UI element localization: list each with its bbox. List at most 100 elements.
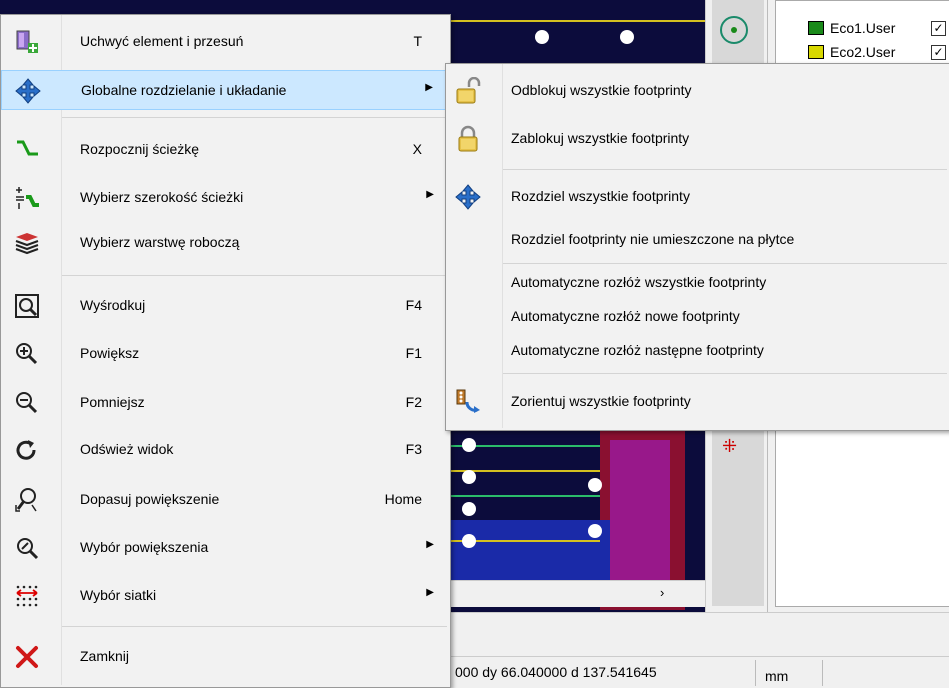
scroll-right-icon[interactable]: › [660, 585, 664, 600]
submenu-item-label: Rozdziel footprinty nie umieszczone na p… [511, 231, 795, 247]
menu-item-label: Dopasuj powiększenie [80, 491, 220, 507]
pcb-pad [620, 30, 634, 44]
menu-separator [503, 169, 947, 170]
submenu-item-label: Automatyczne rozłóż wszystkie footprinty [511, 274, 767, 290]
menu-item-label: Uchwyć element i przesuń [80, 33, 244, 49]
route-track-icon [13, 136, 41, 164]
move-arrows-icon [454, 183, 482, 211]
center-view-icon [13, 292, 41, 320]
menu-separator [62, 275, 447, 276]
submenu-item-autoplace-next[interactable]: Automatyczne rozłóż następne footprinty [446, 333, 948, 369]
menu-separator [503, 263, 947, 264]
close-icon [13, 643, 41, 671]
refresh-icon [13, 436, 41, 464]
submenu-item-spread-all[interactable]: Rozdziel wszystkie footprinty [446, 179, 948, 215]
layer-row[interactable]: Eco1.User [808, 18, 895, 38]
submenu-arrow-icon: ▶ [425, 82, 433, 93]
grab-move-icon [13, 28, 41, 56]
layer-color-swatch[interactable] [808, 21, 824, 35]
menu-item-shortcut: Home [384, 491, 422, 507]
menu-item-label: Wybierz warstwę roboczą [80, 234, 240, 250]
menu-item-center[interactable]: Wyśrodkuj F4 [1, 286, 448, 326]
zoom-in-icon [13, 340, 41, 368]
zoom-out-icon [13, 389, 41, 417]
submenu-arrow-icon: ▶ [426, 189, 434, 200]
menu-item-label: Pomniejsz [80, 394, 145, 410]
lock-icon [454, 125, 482, 153]
unlock-icon [454, 77, 482, 105]
menu-item-global-spread[interactable]: Globalne rozdzielanie i układanie ▶ [1, 70, 448, 110]
cursor-coordinates: 000 dy 66.040000 d 137.541645 [455, 664, 657, 680]
menu-item-label: Globalne rozdzielanie i układanie [81, 82, 287, 98]
track-width-icon [13, 184, 41, 212]
menu-item-zoom-out[interactable]: Pomniejsz F2 [1, 383, 448, 423]
layer-name: Eco2.User [830, 44, 896, 60]
submenu-item-autoplace-all[interactable]: Automatyczne rozłóż wszystkie footprinty [446, 265, 948, 301]
menu-separator [62, 626, 447, 627]
pcb-trace [450, 495, 600, 497]
zoom-fit-icon [13, 486, 41, 514]
layer-name: Eco1.User [830, 20, 896, 36]
pcb-copper-zone [610, 440, 670, 590]
menu-item-label: Wybierz szerokość ścieżki [80, 189, 244, 205]
menu-item-label: Powiększ [80, 345, 140, 361]
pcb-pad [588, 524, 602, 538]
submenu-item-label: Automatyczne rozłóż następne footprinty [511, 342, 764, 358]
menu-item-track-width[interactable]: Wybierz szerokość ścieżki ▶ [1, 178, 448, 218]
layers-icon [13, 229, 41, 257]
pcb-pad [462, 502, 476, 516]
submenu-item-label: Zablokuj wszystkie footprinty [511, 130, 690, 146]
layer-visible-checkbox[interactable]: ✓ [931, 45, 946, 60]
menu-item-label: Wyśrodkuj [80, 297, 146, 313]
grid-origin-icon[interactable]: ⁜ [722, 436, 737, 457]
menu-item-shortcut: F1 [405, 345, 422, 361]
target-icon[interactable] [720, 16, 748, 44]
divider [822, 660, 823, 686]
menu-item-label: Zamknij [80, 648, 130, 664]
submenu-item-orient-all[interactable]: Zorientuj wszystkie footprinty [446, 384, 948, 420]
submenu-item-autoplace-new[interactable]: Automatyczne rozłóż nowe footprinty [446, 299, 948, 335]
menu-item-close[interactable]: Zamknij [1, 637, 448, 677]
move-arrows-icon [14, 77, 42, 105]
menu-item-label: Rozpocznij ścieżkę [80, 141, 200, 157]
grid-icon [13, 582, 41, 610]
pcb-pad [535, 30, 549, 44]
submenu-item-unlock-all[interactable]: Odblokuj wszystkie footprinty [446, 73, 948, 109]
orient-icon [454, 388, 482, 416]
menu-item-shortcut: F4 [405, 297, 422, 313]
menu-item-grid-select[interactable]: Wybór siatki ▶ [1, 576, 448, 616]
menu-separator [503, 373, 947, 374]
layer-visible-checkbox[interactable]: ✓ [931, 21, 946, 36]
layer-color-swatch[interactable] [808, 45, 824, 59]
menu-item-shortcut: F2 [405, 394, 422, 410]
layer-row[interactable]: Eco2.User [808, 42, 895, 62]
menu-item-route-track[interactable]: Rozpocznij ścieżkę X [1, 130, 448, 170]
menu-item-zoom-in[interactable]: Powiększ F1 [1, 334, 448, 374]
submenu-item-label: Automatyczne rozłóż nowe footprinty [511, 308, 740, 324]
menu-item-zoom-select[interactable]: Wybór powiększenia ▶ [1, 528, 448, 568]
submenu-item-lock-all[interactable]: Zablokuj wszystkie footprinty [446, 121, 948, 157]
submenu-item-label: Zorientuj wszystkie footprinty [511, 393, 691, 409]
menu-separator [62, 117, 447, 118]
menu-item-label: Wybór powiększenia [80, 539, 209, 555]
pcb-pad [462, 438, 476, 452]
menu-item-grab-move[interactable]: Uchwyć element i przesuń T [1, 22, 448, 62]
pcb-trace [450, 20, 705, 22]
unit-indicator: mm [765, 668, 789, 684]
zoom-select-icon [13, 534, 41, 562]
submenu-item-label: Odblokuj wszystkie footprinty [511, 82, 692, 98]
menu-item-shortcut: T [413, 33, 422, 49]
pcb-pad [462, 534, 476, 548]
submenu-arrow-icon: ▶ [426, 587, 434, 598]
menu-item-label: Wybór siatki [80, 587, 157, 603]
pcb-pad [462, 470, 476, 484]
menu-item-label: Odśwież widok [80, 441, 174, 457]
menu-item-zoom-fit[interactable]: Dopasuj powiększenie Home [1, 480, 448, 520]
menu-item-select-layer[interactable]: Wybierz warstwę roboczą [1, 223, 448, 263]
submenu-item-spread-offboard[interactable]: Rozdziel footprinty nie umieszczone na p… [446, 222, 948, 258]
menu-item-shortcut: F3 [405, 441, 422, 457]
horizontal-scrollbar[interactable]: › [450, 580, 705, 607]
menu-item-refresh[interactable]: Odśwież widok F3 [1, 430, 448, 470]
submenu-item-label: Rozdziel wszystkie footprinty [511, 188, 690, 204]
submenu-arrow-icon: ▶ [426, 539, 434, 550]
